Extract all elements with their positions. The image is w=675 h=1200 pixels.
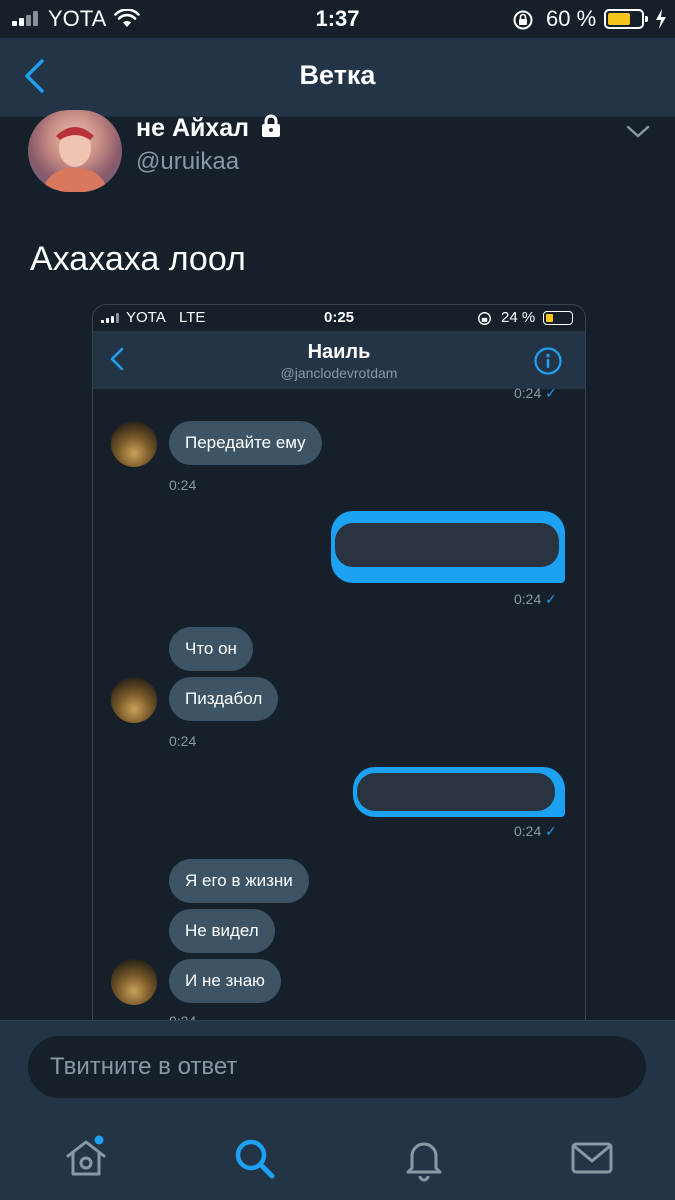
reply-input[interactable] xyxy=(28,1036,646,1098)
message-timestamp: 0:24 ✓ xyxy=(514,823,557,839)
tweet-text: Ахахаха лоол xyxy=(30,240,246,278)
top-navigation-bar: Ветка xyxy=(0,38,675,117)
embedded-battery-percent: 24 % xyxy=(501,309,536,326)
author-avatar[interactable] xyxy=(28,110,122,192)
embedded-dm-header: Наиль @janclodevrotdam xyxy=(93,331,585,389)
message-bubble-outgoing xyxy=(353,767,565,817)
search-icon[interactable] xyxy=(230,1134,278,1182)
charging-icon xyxy=(656,9,666,29)
bottom-tab-bar xyxy=(0,1116,675,1200)
battery-icon xyxy=(604,9,648,29)
message-bubble-incoming: Пиздабол xyxy=(169,677,279,721)
bell-icon[interactable] xyxy=(400,1134,448,1182)
contact-avatar xyxy=(111,677,157,723)
message-timestamp: 0:24 xyxy=(169,477,197,493)
redaction-block xyxy=(357,773,555,811)
chevron-down-icon[interactable] xyxy=(626,124,650,140)
message-bubble-incoming: Не видел xyxy=(169,909,275,953)
author-handle: @uruikaa xyxy=(136,148,240,175)
message-timestamp: 0:24 ✓ xyxy=(514,385,557,401)
rotation-lock-icon xyxy=(513,10,533,30)
contact-avatar xyxy=(111,421,157,467)
contact-avatar xyxy=(111,959,157,1005)
message-timestamp: 0:24 xyxy=(169,733,197,749)
tweet-media-screenshot[interactable]: YOTA LTE 0:25 24 % Наиль @janclodevrotda… xyxy=(92,304,586,1022)
lock-icon xyxy=(262,114,281,137)
info-icon xyxy=(534,347,562,375)
message-bubble-incoming: И не знаю xyxy=(169,959,281,1003)
embedded-rotation-lock-icon xyxy=(478,312,491,325)
embedded-contact-name: Наиль xyxy=(307,341,371,363)
message-bubble-outgoing xyxy=(331,511,565,583)
page-title: Ветка xyxy=(299,60,376,90)
redaction-block xyxy=(335,523,559,567)
embedded-contact-handle: @janclodevrotdam xyxy=(280,365,398,381)
mail-icon[interactable] xyxy=(568,1134,616,1182)
embedded-battery-icon xyxy=(543,311,573,325)
message-timestamp: 0:24 ✓ xyxy=(514,591,557,607)
home-icon[interactable] xyxy=(62,1134,110,1182)
message-bubble-incoming: Я его в жизни xyxy=(169,859,309,903)
message-bubble-incoming: Передайте ему xyxy=(169,421,322,465)
battery-percent: 60 % xyxy=(546,6,597,31)
author-name[interactable]: не Айхал xyxy=(136,114,282,143)
status-bar: YOTA 1:37 60 % xyxy=(0,0,675,38)
message-bubble-incoming: Что он xyxy=(169,627,253,671)
embedded-status-bar: YOTA LTE 0:25 24 % xyxy=(93,305,585,331)
